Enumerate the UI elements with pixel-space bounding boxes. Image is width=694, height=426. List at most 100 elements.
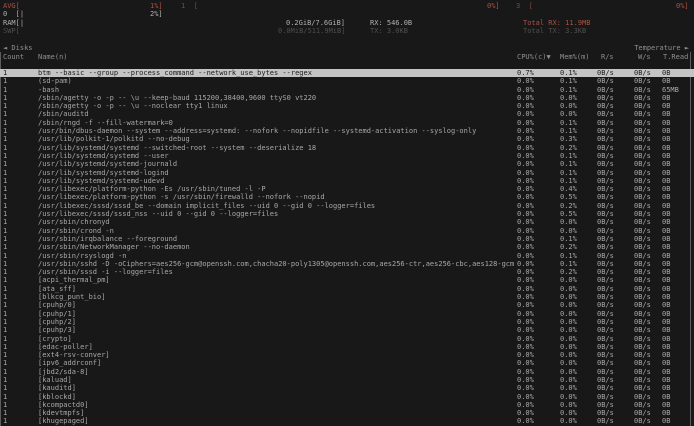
- process-row[interactable]: 1/usr/lib/polkit-1/polkitd --no-debug0.0…: [0, 135, 694, 143]
- process-tread: 0B: [662, 376, 670, 384]
- network-tx-rate: TX: 3.0KB: [370, 27, 408, 35]
- process-name: /usr/sbin/crond -n: [38, 227, 514, 235]
- process-row[interactable]: 1[ipv6_addrconf]0.0%0.0%0B/s0B/s0B: [0, 359, 694, 367]
- process-row[interactable]: 1[cpuhp/1]0.0%0.0%0B/s0B/s0B: [0, 310, 694, 318]
- column-header-mem[interactable]: Mem%(m): [560, 53, 590, 61]
- process-cpu: 0.0%: [517, 326, 534, 334]
- process-row[interactable]: 1/usr/sbin/irqbalance --foreground0.0%0.…: [0, 235, 694, 243]
- column-header-cpu[interactable]: CPU%(c)▼: [517, 53, 551, 61]
- process-row[interactable]: 1/sbin/agetty -o -p -- \u --keep-baud 11…: [0, 94, 694, 102]
- process-row[interactable]: 1/usr/bin/dbus-daemon --system --address…: [0, 127, 694, 135]
- process-row[interactable]: 1/sbin/auditd0.0%0.0%0B/s0B/s0B: [0, 110, 694, 118]
- widget-nav-temperature[interactable]: Temperature ►: [634, 44, 689, 52]
- process-mem: 0.5%: [560, 193, 577, 201]
- process-row[interactable]: 1[cpuhp/0]0.0%0.0%0B/s0B/s0B: [0, 301, 694, 309]
- process-row[interactable]: 1[edac-poller]0.0%0.0%0B/s0B/s0B: [0, 343, 694, 351]
- process-name: /sbin/auditd: [38, 110, 514, 118]
- process-row[interactable]: 1[crypto]0.0%0.0%0B/s0B/s0B: [0, 335, 694, 343]
- process-row[interactable]: 1/usr/sbin/sssd -i --logger=files0.0%0.2…: [0, 268, 694, 276]
- process-mem: 0.2%: [560, 202, 577, 210]
- process-row[interactable]: 1[cpuhp/3]0.0%0.0%0B/s0B/s0B: [0, 326, 694, 334]
- process-count: 1: [3, 293, 7, 301]
- process-count: 1: [3, 252, 7, 260]
- process-row[interactable]: 1/usr/sbin/rsyslogd -n0.0%0.1%0B/s0B/s0B: [0, 252, 694, 260]
- process-ws: 0B/s: [634, 393, 651, 401]
- process-row[interactable]: 1btm --basic --group --process_command -…: [0, 69, 694, 77]
- process-row[interactable]: 1[kblockd]0.0%0.0%0B/s0B/s0B: [0, 393, 694, 401]
- process-rs: 0B/s: [597, 343, 614, 351]
- process-rs: 0B/s: [597, 169, 614, 177]
- process-row[interactable]: 1/usr/sbin/NetworkManager --no-daemon0.0…: [0, 243, 694, 251]
- process-row[interactable]: 1/usr/libexec/sssd/sssd_nss --uid 0 --gi…: [0, 210, 694, 218]
- process-mem: 0.1%: [560, 177, 577, 185]
- process-mem: 0.0%: [560, 218, 577, 226]
- process-mem: 0.1%: [560, 160, 577, 168]
- process-row[interactable]: 1[blkcg_punt_bio]0.0%0.0%0B/s0B/s0B: [0, 293, 694, 301]
- process-rs: 0B/s: [597, 119, 614, 127]
- cpu-core0-gauge-value: 2%]: [150, 10, 163, 18]
- process-rs: 0B/s: [597, 268, 614, 276]
- process-name: [edac-poller]: [38, 343, 514, 351]
- process-row[interactable]: 1/usr/libexec/platform-python -s /usr/sb…: [0, 193, 694, 201]
- process-row[interactable]: 1/usr/libexec/platform-python -Es /usr/s…: [0, 185, 694, 193]
- process-row[interactable]: 1[acpi_thermal_pm]0.0%0.0%0B/s0B/s0B: [0, 276, 694, 284]
- process-ws: 0B/s: [634, 310, 651, 318]
- column-header-name[interactable]: Name(n): [38, 53, 68, 61]
- process-row[interactable]: 1/usr/lib/systemd/systemd-journald0.0%0.…: [0, 160, 694, 168]
- process-rs: 0B/s: [597, 94, 614, 102]
- process-cpu: 0.0%: [517, 243, 534, 251]
- process-name: /usr/sbin/NetworkManager --no-daemon: [38, 243, 514, 251]
- process-cpu: 0.0%: [517, 210, 534, 218]
- process-row[interactable]: 1[ext4-rsv-conver]0.0%0.0%0B/s0B/s0B: [0, 351, 694, 359]
- process-row[interactable]: 1[jbd2/sda-8]0.0%0.0%0B/s0B/s0B: [0, 368, 694, 376]
- process-mem: 0.1%: [560, 86, 577, 94]
- process-row[interactable]: 1/usr/libexec/sssd/sssd_be --domain impl…: [0, 202, 694, 210]
- process-count: 1: [3, 235, 7, 243]
- process-cpu: 0.0%: [517, 301, 534, 309]
- process-ws: 0B/s: [634, 169, 651, 177]
- process-ws: 0B/s: [634, 326, 651, 334]
- process-row[interactable]: 1[kaluad]0.0%0.0%0B/s0B/s0B: [0, 376, 694, 384]
- process-count: 1: [3, 401, 7, 409]
- column-header-tread[interactable]: T.Read: [663, 53, 688, 61]
- widget-nav-disks[interactable]: ◄ Disks: [3, 44, 33, 52]
- process-ws: 0B/s: [634, 368, 651, 376]
- process-row[interactable]: 1/usr/lib/systemd/systemd-logind0.0%0.1%…: [0, 169, 694, 177]
- process-row[interactable]: 1[ata_sff]0.0%0.0%0B/s0B/s0B: [0, 285, 694, 293]
- column-header-rs[interactable]: R/s: [601, 53, 614, 61]
- process-row[interactable]: 1/sbin/rngd -f --fill-watermark=00.0%0.1…: [0, 119, 694, 127]
- process-cpu: 0.0%: [517, 202, 534, 210]
- process-rs: 0B/s: [597, 193, 614, 201]
- process-count: 1: [3, 227, 7, 235]
- process-cpu: 0.0%: [517, 185, 534, 193]
- process-rs: 0B/s: [597, 310, 614, 318]
- process-row[interactable]: 1[kauditd]0.0%0.0%0B/s0B/s0B: [0, 384, 694, 392]
- process-row[interactable]: 1/sbin/agetty -o -p -- \u --noclear tty1…: [0, 102, 694, 110]
- process-row[interactable]: 1/usr/sbin/chronyd0.0%0.0%0B/s0B/s0B: [0, 218, 694, 226]
- process-row[interactable]: 1/usr/lib/systemd/systemd --user0.0%0.1%…: [0, 152, 694, 160]
- process-rs: 0B/s: [597, 210, 614, 218]
- process-tread: 0B: [662, 335, 670, 343]
- process-row[interactable]: 1[kdevtmpfs]0.0%0.0%0B/s0B/s0B: [0, 409, 694, 417]
- process-row[interactable]: 1/usr/lib/systemd/systemd --switched-roo…: [0, 144, 694, 152]
- process-row[interactable]: 1[khugepaged]0.0%0.0%0B/s0B/s0B: [0, 417, 694, 425]
- process-row[interactable]: 1[cpuhp/2]0.0%0.0%0B/s0B/s0B: [0, 318, 694, 326]
- process-count: 1: [3, 243, 7, 251]
- process-row[interactable]: 1/usr/lib/systemd/systemd-udevd0.0%0.1%0…: [0, 177, 694, 185]
- column-header-count[interactable]: Count: [3, 53, 24, 61]
- process-rs: 0B/s: [597, 384, 614, 392]
- process-row[interactable]: 1[kcompactd0]0.0%0.0%0B/s0B/s0B: [0, 401, 694, 409]
- process-cpu: 0.0%: [517, 218, 534, 226]
- column-header-ws[interactable]: W/s: [638, 53, 651, 61]
- process-table: 1btm --basic --group --process_command -…: [0, 69, 694, 426]
- process-row[interactable]: 1-bash0.0%0.1%0B/s0B/s65MB: [0, 86, 694, 94]
- process-cpu: 0.0%: [517, 144, 534, 152]
- process-name: [kblockd]: [38, 393, 514, 401]
- process-row[interactable]: 1(sd-pam)0.0%0.1%0B/s0B/s0B: [0, 77, 694, 85]
- process-ws: 0B/s: [634, 268, 651, 276]
- process-tread: 0B: [662, 185, 670, 193]
- process-rs: 0B/s: [597, 326, 614, 334]
- process-tread: 0B: [662, 417, 670, 425]
- process-row[interactable]: 1/usr/sbin/sshd -D -oCiphers=aes256-gcm@…: [0, 260, 694, 268]
- process-row[interactable]: 1/usr/sbin/crond -n0.0%0.0%0B/s0B/s0B: [0, 227, 694, 235]
